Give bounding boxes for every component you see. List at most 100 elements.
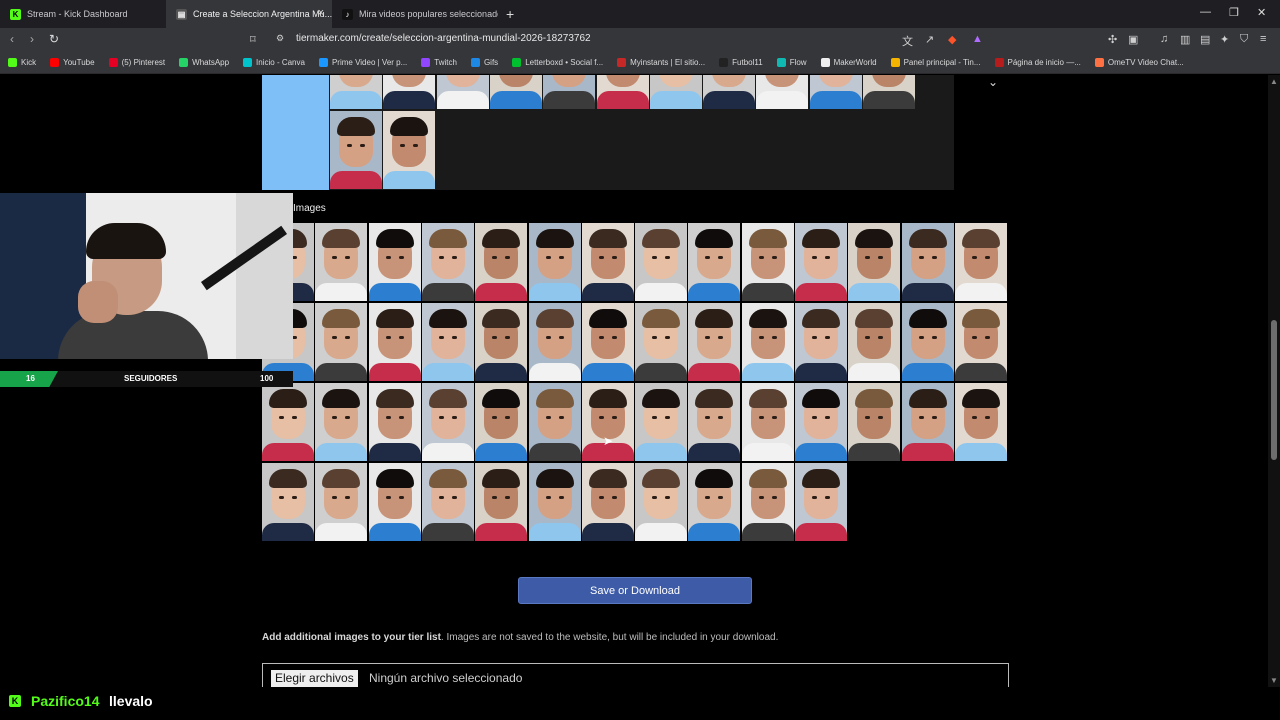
player-image[interactable]: [262, 463, 314, 541]
player-image[interactable]: [954, 303, 1007, 381]
bookmark-item[interactable]: WhatsApp: [179, 58, 229, 67]
tab-tiktok[interactable]: ♪ Mira videos populares seleccionados...: [332, 0, 498, 28]
bookmark-item[interactable]: MakerWorld: [820, 58, 877, 67]
player-image[interactable]: [688, 463, 741, 541]
player-image[interactable]: [954, 383, 1007, 461]
player-image[interactable]: [528, 223, 581, 301]
close-tab-icon[interactable]: ×: [318, 8, 324, 19]
player-image[interactable]: [581, 303, 634, 381]
player-image[interactable]: [383, 111, 435, 189]
player-image[interactable]: [688, 303, 741, 381]
player-image[interactable]: [848, 383, 901, 461]
player-image[interactable]: [475, 223, 528, 301]
bookmark-item[interactable]: Letterboxd • Social f...: [512, 58, 603, 67]
scroll-up-icon[interactable]: ▲: [1270, 77, 1278, 86]
bookmark-item[interactable]: Prime Video | Ver p...: [318, 58, 407, 67]
player-image[interactable]: [703, 75, 756, 109]
bookmark-item[interactable]: Kick: [8, 58, 36, 67]
translate-icon[interactable]: 文: [902, 33, 913, 49]
player-image[interactable]: [330, 75, 382, 109]
extensions-icon[interactable]: ✣: [1108, 33, 1117, 46]
player-image[interactable]: [581, 383, 634, 461]
player-image[interactable]: [809, 75, 862, 109]
bookmark-item[interactable]: OmeTV Video Chat...: [1094, 58, 1184, 67]
player-image[interactable]: [635, 303, 688, 381]
player-image[interactable]: [863, 75, 915, 109]
media-icon[interactable]: ♫: [1160, 33, 1168, 45]
player-image[interactable]: [901, 303, 954, 381]
site-info-icon[interactable]: ⚙: [276, 33, 284, 44]
brave-shield-icon[interactable]: ◆: [948, 33, 956, 46]
player-image[interactable]: [528, 383, 581, 461]
scroll-down-icon[interactable]: ▼: [1270, 676, 1278, 685]
forward-icon[interactable]: ›: [30, 32, 34, 46]
player-image[interactable]: [528, 463, 581, 541]
player-image[interactable]: [741, 223, 794, 301]
player-image[interactable]: [475, 383, 528, 461]
rewards-icon[interactable]: ▲: [972, 33, 983, 45]
player-image[interactable]: [741, 463, 794, 541]
minimize-icon[interactable]: —: [1200, 6, 1211, 18]
player-image[interactable]: [315, 383, 368, 461]
tab-kick-dashboard[interactable]: K Stream - Kick Dashboard: [0, 0, 166, 28]
restore-icon[interactable]: ❐: [1229, 6, 1239, 19]
leo-icon[interactable]: ✦: [1220, 33, 1229, 46]
player-image[interactable]: [635, 463, 688, 541]
player-image[interactable]: [421, 303, 474, 381]
player-image[interactable]: [635, 383, 688, 461]
player-image[interactable]: [368, 303, 421, 381]
player-image[interactable]: [596, 75, 649, 109]
player-image[interactable]: [368, 223, 421, 301]
choose-files-button[interactable]: Elegir archivos: [271, 670, 358, 687]
bookmark-item[interactable]: Flow: [776, 58, 807, 67]
back-icon[interactable]: ‹: [10, 32, 14, 46]
player-image[interactable]: [368, 383, 421, 461]
player-image[interactable]: [901, 383, 954, 461]
player-image[interactable]: [475, 303, 528, 381]
player-image[interactable]: [795, 463, 847, 541]
player-image[interactable]: [741, 383, 794, 461]
player-image[interactable]: [330, 111, 382, 189]
player-image[interactable]: [581, 463, 634, 541]
player-image[interactable]: [528, 303, 581, 381]
vpn-icon[interactable]: ⛉: [1240, 33, 1248, 46]
bookmark-item[interactable]: Página de inicio —...: [994, 58, 1081, 67]
bookmark-item[interactable]: Gifs: [470, 58, 498, 67]
bookmark-item[interactable]: Panel principal - Tin...: [890, 58, 981, 67]
player-image[interactable]: [795, 303, 847, 381]
player-image[interactable]: [368, 463, 421, 541]
player-image[interactable]: [848, 223, 901, 301]
player-image[interactable]: [954, 223, 1007, 301]
url-field[interactable]: tiermaker.com/create/seleccion-argentina…: [296, 33, 591, 44]
player-image[interactable]: [421, 223, 474, 301]
tab-tiermaker[interactable]: ▤ Create a Seleccion Argentina Mu... ×: [166, 0, 332, 28]
player-image[interactable]: [795, 383, 847, 461]
player-image[interactable]: [315, 303, 368, 381]
menu-icon[interactable]: ≡: [1260, 33, 1266, 45]
player-image[interactable]: [688, 383, 741, 461]
share-icon[interactable]: ↗: [925, 33, 934, 46]
player-image[interactable]: [901, 223, 954, 301]
player-image[interactable]: [756, 75, 809, 109]
player-image[interactable]: [635, 223, 688, 301]
bookmark-item[interactable]: (5) Pinterest: [108, 58, 165, 67]
player-image[interactable]: [262, 383, 314, 461]
player-image[interactable]: [581, 223, 634, 301]
bookmark-item[interactable]: Futbol11: [719, 58, 763, 67]
player-image[interactable]: [741, 303, 794, 381]
player-image[interactable]: [383, 75, 436, 109]
bookmark-icon[interactable]: ⌑: [250, 33, 256, 46]
player-image[interactable]: [688, 223, 741, 301]
player-image[interactable]: [475, 463, 528, 541]
player-image[interactable]: [315, 223, 368, 301]
player-image[interactable]: [848, 303, 901, 381]
reload-icon[interactable]: ↻: [49, 32, 59, 46]
scrollbar-thumb[interactable]: [1271, 320, 1277, 460]
wallet-icon[interactable]: ▤: [1200, 33, 1210, 46]
bookmark-item[interactable]: Twitch: [421, 58, 457, 67]
close-window-icon[interactable]: ✕: [1257, 6, 1266, 19]
bookmark-item[interactable]: Myinstants | El sitio...: [617, 58, 705, 67]
bookmark-item[interactable]: Inicio - Canva: [243, 58, 305, 67]
chevron-down-icon[interactable]: ⌄: [988, 75, 998, 89]
sidebar-icon[interactable]: ▥: [1180, 33, 1190, 46]
